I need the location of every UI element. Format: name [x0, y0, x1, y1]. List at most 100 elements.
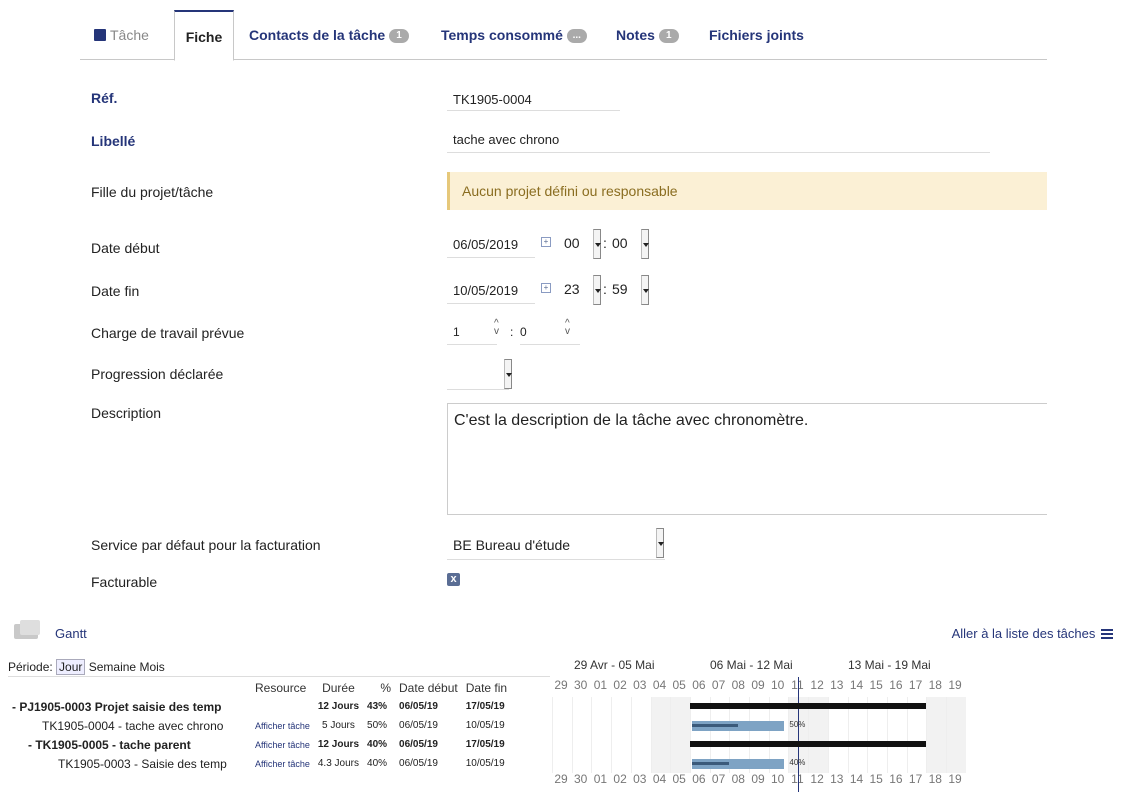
- tab-task-label: Tâche: [110, 27, 149, 43]
- show-task-link[interactable]: Afficher tâche: [251, 716, 314, 735]
- table-row: - PJ1905-0003 Projet saisie des temp 12 …: [8, 697, 511, 716]
- calendar-icon[interactable]: +: [541, 283, 551, 293]
- calendar-icon[interactable]: +: [541, 237, 551, 247]
- table-row: TK1905-0003 - Saisie des temp Afficher t…: [8, 754, 511, 773]
- group-bar[interactable]: [689, 741, 927, 747]
- ref-label: Réf.: [91, 90, 118, 106]
- column-end: Date fin: [465, 680, 508, 695]
- gantt-icon: [14, 620, 42, 640]
- progress-dropdown-icon[interactable]: [504, 359, 512, 389]
- workload-minutes-input[interactable]: 0: [520, 325, 527, 339]
- task-name: - TK1905-0005 - tache parent: [28, 737, 191, 752]
- end-date-input[interactable]: 10/05/2019: [453, 283, 518, 298]
- workload-hours-input[interactable]: 1: [453, 325, 460, 339]
- day-label: 15: [869, 772, 883, 786]
- task-percent: 40%: [367, 758, 388, 769]
- group-bar[interactable]: [689, 703, 927, 709]
- period-option-day[interactable]: Jour: [56, 659, 86, 675]
- week-label: 29 Avr - 05 Mai: [574, 658, 655, 672]
- table-row: - TK1905-0005 - tache parent Afficher tâ…: [8, 735, 511, 754]
- project-icon: [94, 29, 106, 41]
- task-bar[interactable]: [691, 721, 785, 731]
- day-label: 01: [593, 772, 608, 786]
- column-duration: Durée: [322, 680, 355, 695]
- tab-attached-files-label: Fichiers joints: [709, 27, 804, 43]
- stepper-icon[interactable]: ^ v: [565, 319, 570, 337]
- day-label: 14: [849, 678, 864, 692]
- day-label: 07: [711, 678, 726, 692]
- day-label: 16: [889, 678, 903, 692]
- workload-minutes-underline: [520, 344, 580, 345]
- period-option-month[interactable]: Mois: [139, 660, 164, 674]
- task-list-link[interactable]: Aller à la liste des tâches: [952, 626, 1113, 641]
- gantt-header-row: Resource Durée % Date début Date fin: [8, 678, 511, 697]
- end-hour-dropdown-icon[interactable]: [593, 275, 601, 305]
- task-start: 06/05/19: [399, 739, 438, 750]
- workload-hours-underline: [447, 344, 497, 345]
- end-minute-select[interactable]: 59: [612, 281, 628, 297]
- progress-underline: [447, 389, 509, 390]
- week-label: 13 Mai - 19 Mai: [848, 658, 931, 672]
- day-label: 14: [849, 772, 864, 786]
- time-separator: :: [603, 235, 607, 251]
- day-label: 04: [652, 678, 667, 692]
- start-hour-select[interactable]: 00: [564, 235, 580, 251]
- day-label: 03: [633, 772, 647, 786]
- task-name: - PJ1905-0003 Projet saisie des temp: [12, 699, 222, 714]
- task-bar[interactable]: [691, 759, 785, 769]
- stepper-icon[interactable]: ^ v: [494, 319, 499, 337]
- start-date-label: Date début: [91, 240, 160, 256]
- show-task-link[interactable]: Afficher tâche: [251, 754, 314, 773]
- end-minute-dropdown-icon[interactable]: [641, 275, 649, 305]
- task-end: 10/05/19: [465, 720, 505, 731]
- tab-fiche[interactable]: Fiche: [174, 10, 234, 61]
- task-resource: [251, 697, 314, 716]
- day-label: 07: [711, 772, 726, 786]
- day-label: 13: [830, 678, 844, 692]
- day-label: 30: [574, 678, 588, 692]
- tab-contacts[interactable]: Contacts de la tâche 1: [249, 10, 410, 60]
- day-label: 03: [633, 678, 647, 692]
- task-name: TK1905-0003 - Saisie des temp: [58, 756, 227, 771]
- start-hour-dropdown-icon[interactable]: [593, 229, 601, 259]
- tab-notes[interactable]: Notes 1: [616, 10, 679, 60]
- day-label: 09: [751, 678, 765, 692]
- end-date-underline: [447, 303, 535, 304]
- tab-task[interactable]: Tâche: [94, 10, 149, 60]
- billable-checkbox[interactable]: x: [447, 573, 460, 586]
- day-label: 10: [771, 772, 785, 786]
- ref-underline: [447, 110, 620, 111]
- list-icon: [1101, 629, 1113, 639]
- task-name: TK1905-0004 - tache avec chrono: [42, 718, 224, 733]
- tab-fiche-label: Fiche: [185, 29, 223, 45]
- time-separator: :: [603, 281, 607, 297]
- show-task-link[interactable]: Afficher tâche: [251, 735, 314, 754]
- service-underline: [447, 559, 665, 560]
- day-label: 30: [574, 772, 588, 786]
- day-label: 08: [731, 772, 745, 786]
- libelle-input[interactable]: tache avec chrono: [453, 132, 559, 147]
- tab-contacts-label: Contacts de la tâche: [249, 27, 386, 43]
- start-minute-select[interactable]: 00: [612, 235, 628, 251]
- day-label: 06: [692, 772, 706, 786]
- end-hour-select[interactable]: 23: [564, 281, 580, 297]
- day-label: 19: [948, 772, 962, 786]
- service-dropdown-icon[interactable]: [656, 528, 664, 558]
- tab-bar: Tâche Fiche Contacts de la tâche 1 Temps…: [80, 10, 1047, 61]
- progress-label: Progression déclarée: [91, 366, 224, 382]
- gantt-divider: [8, 676, 550, 677]
- tab-attached-files[interactable]: Fichiers joints: [709, 10, 804, 60]
- description-textarea[interactable]: C'est la description de la tâche avec ch…: [447, 403, 1047, 515]
- task-start: 06/05/19: [399, 758, 438, 769]
- task-end: 10/05/19: [465, 758, 505, 769]
- start-minute-dropdown-icon[interactable]: [641, 229, 649, 259]
- task-start: 06/05/19: [399, 720, 438, 731]
- task-bar-label: 50%: [789, 720, 806, 729]
- column-start: Date début: [399, 680, 458, 695]
- libelle-underline: [447, 152, 990, 153]
- service-select[interactable]: BE Bureau d'étude: [453, 537, 570, 553]
- period-option-week[interactable]: Semaine: [89, 660, 136, 674]
- tab-time-spent[interactable]: Temps consommé ...: [441, 10, 587, 60]
- start-date-input[interactable]: 06/05/2019: [453, 237, 518, 252]
- day-label: 18: [928, 772, 942, 786]
